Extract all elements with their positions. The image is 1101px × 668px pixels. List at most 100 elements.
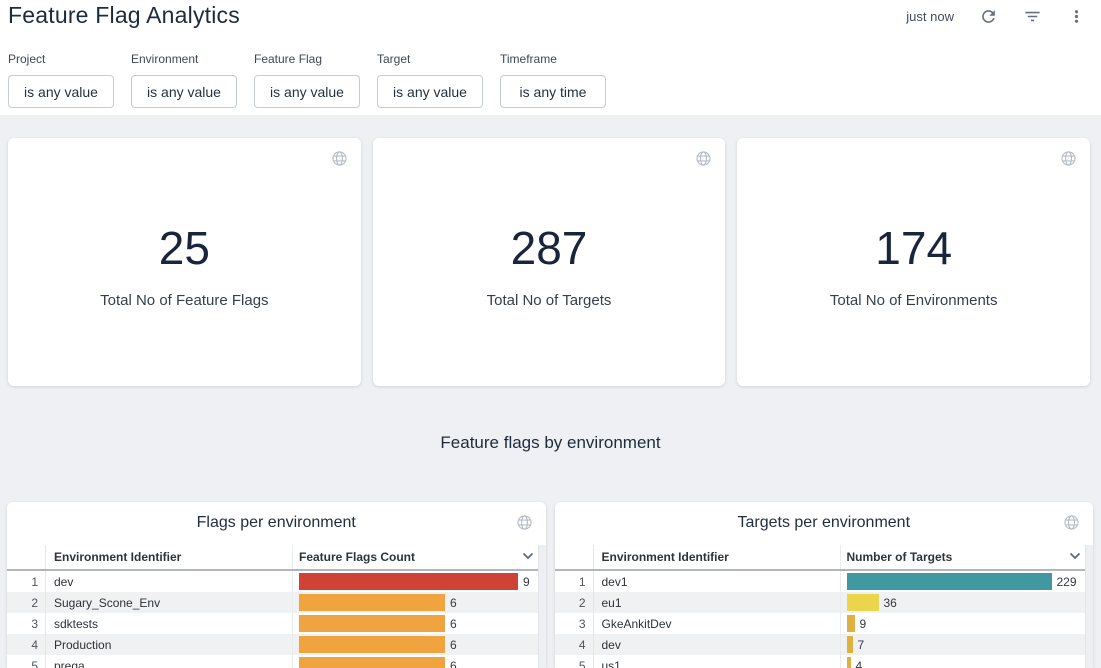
row-index: 1 [555, 571, 594, 592]
column-header-environment[interactable]: Environment Identifier [46, 545, 293, 569]
table-card: Targets per environment Environment Iden… [555, 502, 1094, 668]
column-header-environment[interactable]: Environment Identifier [594, 545, 841, 569]
row-index: 3 [555, 613, 594, 634]
dashboard: Feature Flag Analytics just now Project … [0, 0, 1101, 668]
globe-icon[interactable] [1063, 514, 1080, 531]
kpi-label: Total No of Environments [830, 292, 998, 309]
environment-name: Sugary_Scone_Env [46, 592, 293, 613]
section-title: Feature flags by environment [0, 433, 1101, 453]
measure-cell: 6 [293, 634, 546, 655]
globe-icon[interactable] [1060, 150, 1077, 167]
header-bar: Feature Flag Analytics just now Project … [0, 0, 1101, 115]
table-row[interactable]: 2 Sugary_Scone_Env 6 [7, 592, 546, 613]
filter-label: Feature Flag [254, 52, 360, 66]
refresh-icon[interactable] [979, 7, 998, 26]
value-label: 4 [856, 659, 863, 668]
row-index: 5 [555, 655, 594, 668]
chevron-down-icon[interactable] [522, 552, 534, 560]
globe-icon[interactable] [516, 514, 533, 531]
row-number-column-header [7, 545, 46, 569]
globe-icon[interactable] [695, 150, 712, 167]
value-label: 6 [450, 596, 457, 610]
table-row[interactable]: 3 GkeAnkitDev 9 [555, 613, 1094, 634]
filter-value-button[interactable]: is any value [254, 75, 360, 108]
table-row[interactable]: 1 dev1 229 [555, 571, 1094, 592]
filter-label: Project [8, 52, 114, 66]
header-actions: just now [906, 7, 1086, 26]
filter-label: Environment [131, 52, 237, 66]
kpi-row: 25 Total No of Feature Flags 287 Total N… [8, 138, 1090, 386]
value-label: 7 [858, 638, 865, 652]
value-label: 36 [884, 596, 897, 610]
environment-name: eu1 [594, 592, 841, 613]
table-row[interactable]: 1 dev 9 [7, 571, 546, 592]
filter-bar: Project is any value Environment is any … [8, 52, 623, 108]
table-header-row: Environment Identifier Number of Targets [555, 545, 1094, 571]
row-index: 3 [7, 613, 46, 634]
filter-value-button[interactable]: is any value [8, 75, 114, 108]
value-bar [847, 573, 1052, 590]
last-updated-text: just now [906, 9, 954, 24]
table-row[interactable]: 3 sdktests 6 [7, 613, 546, 634]
filter-value-button[interactable]: is any value [131, 75, 237, 108]
value-bar [299, 594, 445, 611]
kpi-card: 174 Total No of Environments [737, 138, 1090, 386]
value-label: 229 [1057, 575, 1077, 589]
filter-label: Timeframe [500, 52, 606, 66]
filter-value-button[interactable]: is any time [500, 75, 606, 108]
table-scrollbar[interactable] [1085, 545, 1093, 668]
value-bar [299, 615, 445, 632]
row-index: 2 [7, 592, 46, 613]
row-number-column-header [555, 545, 594, 569]
table-scrollbar[interactable] [538, 545, 546, 668]
kpi-label: Total No of Targets [487, 292, 612, 309]
environment-name: sdktests [46, 613, 293, 634]
table-title: Flags per environment [7, 502, 546, 545]
column-header-measure[interactable]: Number of Targets [841, 545, 1094, 569]
filter-group: Timeframe is any time [500, 52, 606, 108]
value-bar [299, 636, 445, 653]
value-label: 6 [450, 638, 457, 652]
filter-group: Feature Flag is any value [254, 52, 360, 108]
table-row[interactable]: 4 dev 7 [555, 634, 1094, 655]
value-label: 9 [860, 617, 867, 631]
table-row[interactable]: 2 eu1 36 [555, 592, 1094, 613]
kpi-card: 25 Total No of Feature Flags [8, 138, 361, 386]
filter-label: Target [377, 52, 483, 66]
value-bar [299, 657, 445, 668]
kpi-value: 287 [511, 225, 588, 271]
column-header-measure[interactable]: Feature Flags Count [293, 545, 546, 569]
value-bar [847, 636, 853, 653]
table-body: 1 dev1 229 2 eu1 36 3 GkeAnkitDev 9 4 de… [555, 571, 1094, 668]
environment-name: Production [46, 634, 293, 655]
table-title: Targets per environment [555, 502, 1094, 545]
kebab-menu-icon[interactable] [1067, 7, 1086, 26]
measure-cell: 6 [293, 592, 546, 613]
environment-name: us1 [594, 655, 841, 668]
tables-row: Flags per environment Environment Identi… [7, 502, 1093, 668]
value-bar [847, 615, 855, 632]
table-card: Flags per environment Environment Identi… [7, 502, 546, 668]
row-index: 5 [7, 655, 46, 668]
table-row[interactable]: 5 us1 4 [555, 655, 1094, 668]
measure-cell: 9 [841, 613, 1094, 634]
measure-cell: 7 [841, 634, 1094, 655]
table-body: 1 dev 9 2 Sugary_Scone_Env 6 3 sdktests … [7, 571, 546, 668]
measure-cell: 229 [841, 571, 1094, 592]
table-row[interactable]: 5 prega 6 [7, 655, 546, 668]
globe-icon[interactable] [331, 150, 348, 167]
value-bar [299, 573, 518, 590]
filter-icon[interactable] [1023, 7, 1042, 26]
value-label: 6 [450, 659, 457, 668]
filter-group: Target is any value [377, 52, 483, 108]
environment-name: dev [46, 571, 293, 592]
row-index: 2 [555, 592, 594, 613]
environment-name: GkeAnkitDev [594, 613, 841, 634]
table-header-row: Environment Identifier Feature Flags Cou… [7, 545, 546, 571]
table-row[interactable]: 4 Production 6 [7, 634, 546, 655]
filter-value-button[interactable]: is any value [377, 75, 483, 108]
page-title: Feature Flag Analytics [8, 2, 240, 29]
measure-cell: 6 [293, 655, 546, 668]
kpi-card: 287 Total No of Targets [373, 138, 726, 386]
chevron-down-icon[interactable] [1069, 552, 1081, 560]
